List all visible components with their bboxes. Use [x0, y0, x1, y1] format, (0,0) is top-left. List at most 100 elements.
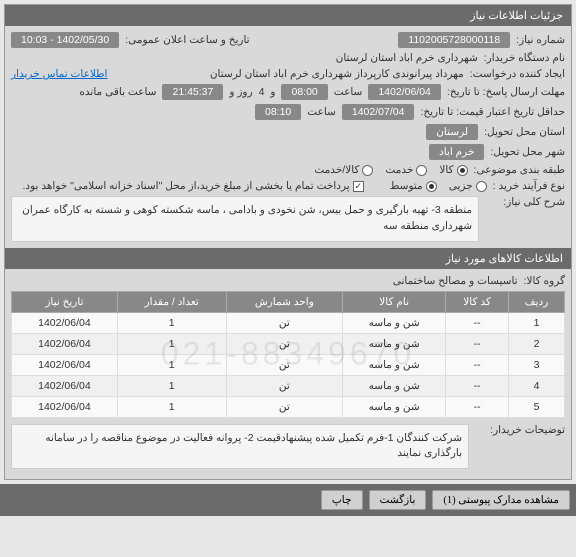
row-process: نوع فرآیند خرید : جزیی متوسط پرداخت تمام… — [11, 180, 565, 192]
table-cell: شن و ماسه — [343, 375, 446, 396]
requester-value: مهرداد پیرانوندی کارپرداز شهرداری خرم اب… — [113, 68, 463, 80]
table-cell: 1 — [509, 312, 565, 333]
table-cell: 1 — [117, 312, 226, 333]
table-wrapper: 021-88349670 ردیف کد کالا نام کالا واحد … — [11, 291, 565, 418]
table-cell: شن و ماسه — [343, 396, 446, 417]
table-row[interactable]: 5--شن و ماسهتن11402/06/04 — [12, 396, 565, 417]
table-row[interactable]: 3--شن و ماسهتن11402/06/04 — [12, 354, 565, 375]
radio-icon — [426, 181, 437, 192]
row-buyer-notes: توضیحات خریدار: شرکت کنندگان 1-فرم تکمیل… — [11, 424, 565, 470]
group-label: گروه کالا: — [524, 275, 565, 287]
footer-bar: مشاهده مدارک پیوستی (1) بازگشت چاپ — [0, 484, 576, 516]
payment-note: پرداخت تمام یا بخشی از مبلغ خرید،از محل … — [23, 180, 350, 192]
process-radios: جزیی متوسط — [390, 180, 487, 192]
table-cell: 1402/06/04 — [12, 312, 118, 333]
requester-label: ایجاد کننده درخواست: — [470, 68, 565, 80]
radio-icon — [362, 165, 373, 176]
print-button[interactable]: چاپ — [321, 490, 363, 510]
table-header-row: ردیف کد کالا نام کالا واحد شمارش تعداد /… — [12, 291, 565, 312]
city-value: خرم اباد — [429, 144, 484, 160]
row-city: شهر محل تحویل: خرم اباد — [11, 144, 565, 160]
need-number-value: 1102005728000118 — [398, 32, 510, 48]
table-cell: -- — [446, 312, 509, 333]
table-cell: 1 — [117, 375, 226, 396]
deadline-label: مهلت ارسال پاسخ: تا تاریخ: — [447, 86, 565, 98]
remain-days-label: روز و — [229, 86, 252, 98]
need-number-label: شماره نیاز: — [516, 34, 565, 46]
row-need-number: شماره نیاز: 1102005728000118 تاریخ و ساع… — [11, 32, 565, 48]
table-row[interactable]: 4--شن و ماسهتن11402/06/04 — [12, 375, 565, 396]
table-row[interactable]: 1--شن و ماسهتن11402/06/04 — [12, 312, 565, 333]
radio-icon — [476, 181, 487, 192]
buyer-value: شهرداری خرم اباد استان لرستان — [11, 52, 478, 64]
table-cell: 1402/06/04 — [12, 354, 118, 375]
table-cell: 1 — [117, 354, 226, 375]
table-cell: -- — [446, 354, 509, 375]
radio-juzi[interactable]: جزیی — [449, 180, 487, 192]
radio-service[interactable]: خدمت — [385, 164, 427, 176]
radio-icon — [416, 165, 427, 176]
th-unit: واحد شمارش — [226, 291, 343, 312]
radio-icon — [457, 165, 468, 176]
need-desc-label: شرح کلی نیاز: — [485, 196, 565, 208]
panel-body: شماره نیاز: 1102005728000118 تاریخ و ساع… — [5, 26, 571, 479]
time-label-2: ساعت — [307, 106, 336, 118]
details-panel: جزئیات اطلاعات نیاز شماره نیاز: 11020057… — [4, 4, 572, 480]
time-label-1: ساعت — [334, 86, 363, 98]
announce-label: تاریخ و ساعت اعلان عمومی: — [125, 34, 249, 46]
table-cell: تن — [226, 354, 343, 375]
row-deadline: مهلت ارسال پاسخ: تا تاریخ: 1402/06/04 سا… — [11, 84, 565, 100]
table-cell: -- — [446, 375, 509, 396]
payment-checkbox[interactable]: پرداخت تمام یا بخشی از مبلغ خرید،از محل … — [23, 180, 364, 192]
validity-time: 08:10 — [255, 104, 301, 120]
table-cell: 4 — [509, 375, 565, 396]
table-cell: 5 — [509, 396, 565, 417]
deadline-time: 08:00 — [281, 84, 327, 100]
subject-radios: کالا خدمت کالا/خدمت — [314, 164, 467, 176]
back-button[interactable]: بازگشت — [369, 490, 427, 510]
table-cell: 1 — [117, 396, 226, 417]
remain-suffix: ساعت باقی مانده — [79, 86, 156, 98]
goods-table: ردیف کد کالا نام کالا واحد شمارش تعداد /… — [11, 291, 565, 418]
row-need-desc: شرح کلی نیاز: منطقه 3- تهیه بارگیری و حم… — [11, 196, 565, 242]
attachments-button[interactable]: مشاهده مدارک پیوستی (1) — [432, 490, 570, 510]
table-cell: 2 — [509, 333, 565, 354]
radio-both[interactable]: کالا/خدمت — [314, 164, 373, 176]
buyer-label: نام دستگاه خریدار: — [484, 52, 565, 64]
row-buyer: نام دستگاه خریدار: شهرداری خرم اباد استا… — [11, 52, 565, 64]
remain-time: 21:45:37 — [162, 84, 223, 100]
remain-days: 4 — [259, 86, 265, 98]
table-cell: تن — [226, 333, 343, 354]
table-cell: 3 — [509, 354, 565, 375]
validity-date: 1402/07/04 — [342, 104, 415, 120]
table-cell: تن — [226, 396, 343, 417]
table-cell: تن — [226, 312, 343, 333]
table-cell: تن — [226, 375, 343, 396]
row-requester: ایجاد کننده درخواست: مهرداد پیرانوندی کا… — [11, 68, 565, 80]
panel-title: جزئیات اطلاعات نیاز — [470, 10, 563, 22]
remain-prefix: و — [270, 86, 275, 98]
city-label: شهر محل تحویل: — [490, 146, 565, 158]
need-desc-box: منطقه 3- تهیه بارگیری و حمل بیس، شن نخود… — [11, 196, 479, 242]
province-label: استان محل تحویل: — [484, 126, 565, 138]
table-cell: -- — [446, 396, 509, 417]
table-row[interactable]: 2--شن و ماسهتن11402/06/04 — [12, 333, 565, 354]
radio-goods[interactable]: کالا — [439, 164, 467, 176]
th-qty: تعداد / مقدار — [117, 291, 226, 312]
row-subject: طبقه بندی موضوعی: کالا خدمت کالا/خدمت — [11, 164, 565, 176]
process-label: نوع فرآیند خرید : — [493, 180, 565, 192]
th-name: نام کالا — [343, 291, 446, 312]
th-code: کد کالا — [446, 291, 509, 312]
th-date: تاریخ نیاز — [12, 291, 118, 312]
subject-label: طبقه بندی موضوعی: — [474, 164, 565, 176]
goods-header-title: اطلاعات کالاهای مورد نیاز — [446, 253, 563, 265]
deadline-date: 1402/06/04 — [368, 84, 441, 100]
radio-mid[interactable]: متوسط — [390, 180, 437, 192]
buyer-notes-box: شرکت کنندگان 1-فرم تکمیل شده پیشنهادقیمت… — [11, 424, 469, 470]
group-value: تاسیسات و مصالح ساختمانی — [393, 275, 518, 287]
contact-link[interactable]: اطلاعات تماس خریدار — [11, 68, 107, 80]
checkbox-icon — [353, 181, 364, 192]
panel-header: جزئیات اطلاعات نیاز — [5, 5, 571, 26]
table-cell: 1402/06/04 — [12, 375, 118, 396]
buyer-notes-label: توضیحات خریدار: — [475, 424, 565, 436]
